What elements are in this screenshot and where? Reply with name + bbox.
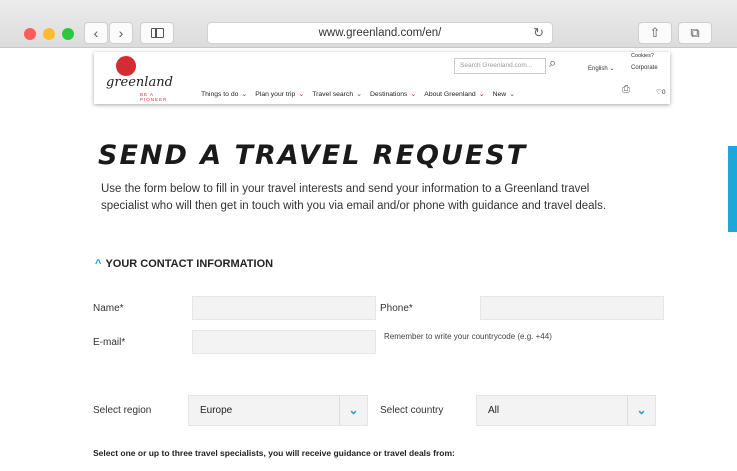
sidebar-toggle-button[interactable] — [140, 22, 174, 44]
sidebar-icon — [151, 28, 164, 38]
region-value: Europe — [200, 405, 233, 416]
main-menu: Things to do ⌄ Plan your trip ⌄ Travel sea… — [201, 90, 515, 98]
phone-input[interactable] — [480, 296, 664, 320]
web-page: greenland BE A PIONEER Search Greenland.… — [12, 48, 737, 471]
chevron-left-icon: ‹ — [93, 25, 99, 41]
minimize-window-button[interactable] — [43, 28, 55, 40]
phone-hint: Remember to write your countrycode (e.g.… — [384, 332, 552, 341]
section-title: YOUR CONTACT INFORMATION — [105, 258, 274, 270]
chevron-down-icon: ⌄ — [241, 91, 248, 98]
feedback-side-tab[interactable] — [728, 146, 737, 232]
tabs-icon: ⧉ — [690, 25, 700, 40]
chevron-down-icon: ⌄ — [509, 91, 516, 98]
forward-button[interactable]: › — [109, 22, 133, 44]
region-select[interactable]: Europe ⌄ — [188, 395, 368, 426]
menu-item-things-to-do[interactable]: Things to do ⌄ — [201, 90, 247, 98]
chevron-right-icon: › — [118, 25, 124, 41]
reload-icon[interactable]: ↻ — [533, 23, 544, 43]
chevron-down-icon: ⌄ — [478, 91, 485, 98]
logo-tagline: BE A PIONEER — [140, 92, 168, 102]
menu-item-new[interactable]: New ⌄ — [493, 90, 515, 98]
chevron-down-icon: ⌄ — [609, 66, 615, 72]
email-label: E-mail* — [93, 337, 126, 348]
chevron-down-icon: ⌄ — [298, 91, 305, 98]
chevron-down-icon[interactable]: ⌄ — [627, 396, 655, 425]
corporate-link[interactable]: Corporate — [631, 65, 658, 71]
tabs-button[interactable]: ⧉ — [678, 22, 712, 44]
email-input[interactable] — [192, 330, 376, 354]
menu-item-destinations[interactable]: Destinations ⌄ — [370, 90, 416, 98]
logo-word: greenland — [106, 75, 173, 90]
region-label: Select region — [93, 405, 152, 416]
language-label: English — [588, 66, 608, 72]
share-icon: ⇧ — [649, 25, 661, 40]
chevron-down-icon: ⌄ — [356, 91, 362, 98]
menu-item-travel-search[interactable]: Travel search ⌄ — [312, 90, 362, 98]
page-title: SEND A TRAVEL REQUEST — [98, 140, 528, 171]
browser-toolbar: ‹ › www.greenland.com/en/ ↻ ⇧ ⧉ — [0, 0, 737, 48]
back-button[interactable]: ‹ — [84, 22, 108, 44]
chevron-down-icon[interactable]: ⌄ — [339, 396, 367, 425]
intro-text: Use the form below to fill in your trave… — [101, 183, 607, 212]
menu-item-plan-your-trip[interactable]: Plan your trip ⌄ — [255, 90, 304, 98]
zoom-window-button[interactable] — [62, 28, 74, 40]
country-value: All — [488, 405, 500, 416]
greenland-logo[interactable]: greenland BE A PIONEER — [102, 55, 182, 102]
close-window-button[interactable] — [24, 28, 36, 40]
search-input[interactable]: Search Greenland.com... — [454, 58, 546, 74]
address-bar[interactable]: www.greenland.com/en/ ↻ — [207, 22, 553, 44]
contact-section-toggle[interactable]: ^ YOUR CONTACT INFORMATION — [95, 258, 273, 270]
chevron-down-icon: ⌄ — [410, 91, 417, 98]
wishlist-count[interactable]: ♡0 — [656, 88, 665, 96]
chevron-up-icon: ^ — [95, 258, 102, 270]
country-select[interactable]: All ⌄ — [476, 395, 656, 426]
specialists-instruction: Select one or up to three travel special… — [93, 448, 455, 458]
print-icon[interactable]: ⎙ — [622, 84, 630, 95]
phone-label: Phone* — [380, 303, 413, 314]
logo-mark-icon — [116, 56, 136, 76]
cookies-link[interactable]: Cookies? — [631, 53, 654, 59]
name-label: Name* — [93, 303, 124, 314]
name-input[interactable] — [192, 296, 376, 320]
search-icon[interactable]: ⌕ — [549, 55, 556, 71]
share-button[interactable]: ⇧ — [638, 22, 672, 44]
url-text: www.greenland.com/en/ — [318, 27, 442, 39]
site-header: greenland BE A PIONEER Search Greenland.… — [94, 52, 670, 104]
language-selector[interactable]: English ⌄ — [588, 65, 614, 72]
menu-item-about-greenland[interactable]: About Greenland ⌄ — [424, 90, 484, 98]
country-label: Select country — [380, 405, 444, 416]
